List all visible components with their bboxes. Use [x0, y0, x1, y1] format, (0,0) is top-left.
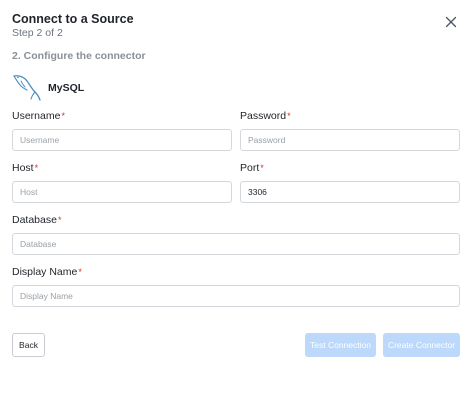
test-connection-button[interactable]: Test Connection	[305, 333, 376, 357]
connector-name: MySQL	[48, 82, 85, 94]
create-connector-button[interactable]: Create Connector	[383, 333, 460, 357]
required-marker: *	[78, 267, 82, 277]
host-input[interactable]	[12, 181, 232, 203]
close-icon[interactable]	[443, 14, 459, 30]
display-name-input[interactable]	[12, 285, 460, 307]
connect-source-dialog: Connect to a Source Step 2 of 2 2. Confi…	[0, 0, 474, 395]
password-label: Password*	[240, 110, 291, 123]
database-input[interactable]	[12, 233, 460, 255]
username-input[interactable]	[12, 129, 232, 151]
required-marker: *	[260, 163, 264, 173]
mysql-dolphin-logo-icon	[13, 75, 41, 101]
section-title: 2. Configure the connector	[12, 50, 146, 62]
required-marker: *	[57, 215, 62, 225]
port-label: Port*	[240, 162, 264, 175]
port-input[interactable]	[240, 181, 460, 203]
password-input[interactable]	[240, 129, 460, 151]
display-name-label: Display Name*	[12, 266, 82, 279]
password-label-text: Password	[240, 110, 287, 122]
step-indicator: Step 2 of 2	[12, 27, 63, 39]
port-label-text: Port	[240, 162, 260, 174]
required-marker: *	[34, 163, 39, 173]
database-label: Database*	[12, 214, 61, 227]
username-label: Username*	[12, 110, 65, 123]
back-button[interactable]: Back	[12, 333, 45, 357]
required-marker: *	[287, 111, 291, 121]
username-label-text: Username	[12, 110, 61, 122]
display-name-label-text: Display Name	[12, 266, 78, 278]
host-label-text: Host	[12, 162, 34, 174]
host-label: Host*	[12, 162, 38, 175]
required-marker: *	[61, 111, 65, 121]
dialog-title: Connect to a Source	[12, 12, 134, 26]
database-label-text: Database	[12, 214, 57, 226]
